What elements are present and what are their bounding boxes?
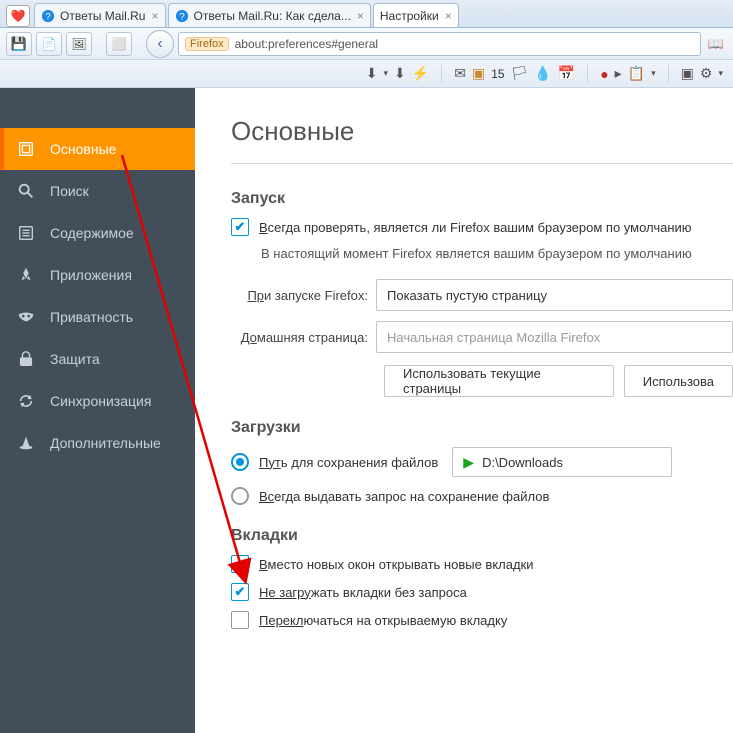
browser-tabstrip: ❤️ ? Ответы Mail.Ru × ? Ответы Mail.Ru: … <box>0 0 733 28</box>
screenshot-button[interactable] <box>66 32 92 56</box>
search-icon <box>16 181 36 201</box>
sidebar-item-sync[interactable]: Синхронизация <box>0 380 195 422</box>
extension-toolbar: ⬇ ▾ ⬇ ⚡ ✉ ▣ 15 🏳 💧 📅 ● ▸ 📋 ▾ ▣ ⚙ ▾ <box>0 60 733 88</box>
default-browser-info: В настоящий момент Firefox является ваши… <box>261 246 733 261</box>
drop-icon[interactable]: 💧 <box>534 65 551 82</box>
checkbox-switch-to[interactable]: ✔ <box>231 611 249 629</box>
tab-label: Настройки <box>380 9 439 23</box>
checkbox-label: Не загружать вкладки без запроса <box>259 585 467 600</box>
checkbox-default-browser[interactable]: ✔ <box>231 218 249 236</box>
mailru-icon: ? <box>41 9 55 23</box>
section-title-downloads: Загрузки <box>231 419 733 437</box>
lock-icon <box>16 349 36 369</box>
clipboard-dropdown-icon[interactable]: ▾ <box>651 68 656 79</box>
checkbox-label: Вместо новых окон открывать новые вкладк… <box>259 557 534 572</box>
sidebar-label: Содержимое <box>50 225 134 241</box>
on-start-select[interactable]: Показать пустую страницу <box>376 279 733 311</box>
sidebar-label: Приложения <box>50 267 132 283</box>
bookmark-heart-button[interactable]: ❤️ <box>6 5 30 27</box>
sidebar-item-advanced[interactable]: Дополнительные <box>0 422 195 464</box>
tab-label: Ответы Mail.Ru <box>60 9 145 23</box>
checkbox-label: Всегда проверять, является ли Firefox ва… <box>259 220 692 235</box>
firefox-chip: Firefox <box>185 37 229 51</box>
tab-close-icon[interactable]: × <box>357 9 364 23</box>
homepage-label: Домашняя страница: <box>231 330 376 345</box>
radio-save-to[interactable] <box>231 453 249 471</box>
on-start-label: При запуске Firefox: <box>231 288 376 303</box>
sidebar-item-general[interactable]: Основные <box>0 128 195 170</box>
reader-mode-icon[interactable]: 📖 <box>705 33 727 55</box>
radio-label: Всегда выдавать запрос на сохранение фай… <box>259 489 549 504</box>
dropdown-icon[interactable]: ▾ <box>718 68 723 79</box>
mailru-icon: ? <box>175 9 189 23</box>
sidebar-label: Синхронизация <box>50 393 151 409</box>
homepage-input[interactable]: Начальная страница Mozilla Firefox <box>376 321 733 353</box>
url-text: about:preferences#general <box>235 37 378 51</box>
mask-icon <box>16 307 36 327</box>
home-button[interactable] <box>106 32 132 56</box>
section-title-startup: Запуск <box>231 190 733 208</box>
download-path-text: D:\Downloads <box>482 455 563 470</box>
sidebar-label: Защита <box>50 351 100 367</box>
new-page-button[interactable] <box>36 32 62 56</box>
sidebar-label: Приватность <box>50 309 133 325</box>
flag-icon[interactable]: 🏳 <box>511 65 529 82</box>
general-icon <box>16 139 36 159</box>
window-icon[interactable]: ▣ <box>472 65 485 82</box>
back-button[interactable]: ‹ <box>146 30 174 58</box>
tab-label: Ответы Mail.Ru: Как сдела... <box>194 9 351 23</box>
sync-icon <box>16 391 36 411</box>
sidebar-label: Основные <box>50 141 116 157</box>
radio-label: Путь для сохранения файлов <box>259 455 438 470</box>
sidebar-item-content[interactable]: Содержимое <box>0 212 195 254</box>
sidebar-item-applications[interactable]: Приложения <box>0 254 195 296</box>
gear-icon[interactable]: ⚙ <box>700 65 713 82</box>
star-icon[interactable]: ▣ <box>681 65 694 82</box>
svg-text:?: ? <box>45 11 50 22</box>
sidebar-item-search[interactable]: Поиск <box>0 170 195 212</box>
preferences-sidebar: Основные Поиск Содержимое Приложения При… <box>0 88 195 733</box>
tab-close-icon[interactable]: × <box>151 9 158 23</box>
section-title-tabs: Вкладки <box>231 527 733 545</box>
url-field[interactable]: Firefox about:preferences#general <box>178 32 701 56</box>
divider <box>231 163 733 164</box>
main-area: Основные Поиск Содержимое Приложения При… <box>0 88 733 733</box>
count-badge: 15 <box>491 67 504 81</box>
record-icon[interactable]: ● <box>600 66 608 82</box>
checkbox-tabs-instead-windows[interactable]: ✔ <box>231 555 249 573</box>
browser-tab[interactable]: ? Ответы Mail.Ru × <box>34 3 166 27</box>
rocket-icon <box>16 265 36 285</box>
content-icon <box>16 223 36 243</box>
sidebar-label: Поиск <box>50 183 89 199</box>
folder-play-icon: ▶ <box>463 454 474 471</box>
sidebar-item-security[interactable]: Защита <box>0 338 195 380</box>
checkbox-dont-load[interactable]: ✔ <box>231 583 249 601</box>
tab-close-icon[interactable]: × <box>445 9 452 23</box>
browser-tab-active[interactable]: Настройки × <box>373 3 459 27</box>
sidebar-item-privacy[interactable]: Приватность <box>0 296 195 338</box>
toolbar-row: ‹ Firefox about:preferences#general 📖 <box>0 28 733 60</box>
download-path-field[interactable]: ▶ D:\Downloads <box>452 447 672 477</box>
download-icon[interactable]: ⬇ <box>366 65 378 82</box>
browser-tab[interactable]: ? Ответы Mail.Ru: Как сдела... × <box>168 3 371 27</box>
checkbox-label: Переключаться на открываемую вкладку <box>259 613 507 628</box>
use-current-pages-button[interactable]: Использовать текущие страницы <box>384 365 614 397</box>
use-bookmark-button[interactable]: Использова <box>624 365 733 397</box>
sidebar-label: Дополнительные <box>50 435 161 451</box>
play-icon[interactable]: ▸ <box>615 65 622 82</box>
clipboard-icon[interactable]: 📋 <box>628 65 645 82</box>
svg-text:?: ? <box>179 11 184 22</box>
save-button[interactable] <box>6 32 32 56</box>
download-dropdown-icon[interactable]: ▾ <box>384 68 389 79</box>
mail-icon[interactable]: ✉ <box>454 65 466 82</box>
lightning-icon[interactable]: ⚡ <box>412 65 429 82</box>
page-title: Основные <box>231 116 733 147</box>
calendar-icon[interactable]: 📅 <box>558 65 575 82</box>
radio-always-ask[interactable] <box>231 487 249 505</box>
preferences-content: Основные Запуск ✔ Всегда проверять, явля… <box>195 88 733 733</box>
download-alt-icon[interactable]: ⬇ <box>394 65 406 82</box>
wizard-hat-icon <box>16 433 36 453</box>
